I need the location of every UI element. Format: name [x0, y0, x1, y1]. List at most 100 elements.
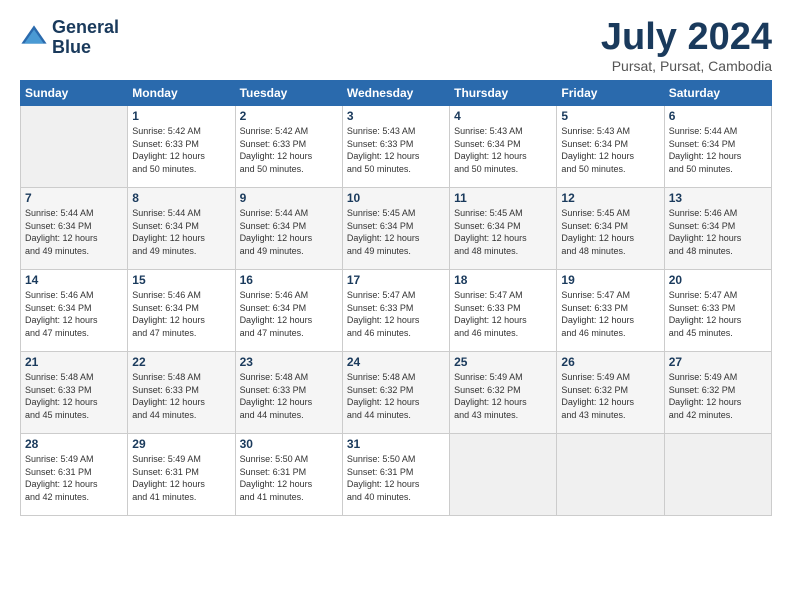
- calendar-day-cell: 8 Sunrise: 5:44 AM Sunset: 6:34 PM Daylig…: [128, 188, 235, 270]
- day-number: 12: [561, 191, 659, 205]
- calendar-day-cell: 4Sunrise: 5:43 AM Sunset: 6:34 PM Daylig…: [450, 106, 557, 188]
- day-info: Sunrise: 5:47 AM Sunset: 6:33 PM Dayligh…: [669, 289, 767, 339]
- day-info: Sunrise: 5:49 AM Sunset: 6:32 PM Dayligh…: [561, 371, 659, 421]
- day-header: Wednesday: [342, 81, 449, 106]
- day-info: Sunrise: 5:45 AM Sunset: 6:34 PM Dayligh…: [454, 207, 552, 257]
- day-number: 4: [454, 109, 552, 123]
- calendar-day-cell: 21Sunrise: 5:48 AM Sunset: 6:33 PM Dayli…: [21, 352, 128, 434]
- day-number: 14: [25, 273, 123, 287]
- calendar-day-cell: 17 Sunrise: 5:47 AM Sunset: 6:33 PM Dayli…: [342, 270, 449, 352]
- calendar-day-cell: 15 Sunrise: 5:46 AM Sunset: 6:34 PM Dayli…: [128, 270, 235, 352]
- calendar-day-cell: 20 Sunrise: 5:47 AM Sunset: 6:33 PM Dayli…: [664, 270, 771, 352]
- calendar-day-cell: 12 Sunrise: 5:45 AM Sunset: 6:34 PM Dayli…: [557, 188, 664, 270]
- header: General Blue July 2024 Pursat, Pursat, C…: [20, 18, 772, 74]
- day-number: 15: [132, 273, 230, 287]
- calendar-table: SundayMondayTuesdayWednesdayThursdayFrid…: [20, 80, 772, 516]
- day-info: Sunrise: 5:42 AM Sunset: 6:33 PM Dayligh…: [240, 125, 338, 175]
- calendar-day-cell: 31 Sunrise: 5:50 AM Sunset: 6:31 PM Dayli…: [342, 434, 449, 516]
- calendar-day-cell: 9 Sunrise: 5:44 AM Sunset: 6:34 PM Daylig…: [235, 188, 342, 270]
- day-header: Sunday: [21, 81, 128, 106]
- day-number: 1: [132, 109, 230, 123]
- calendar-day-cell: 6Sunrise: 5:44 AM Sunset: 6:34 PM Daylig…: [664, 106, 771, 188]
- day-info: Sunrise: 5:48 AM Sunset: 6:33 PM Dayligh…: [132, 371, 230, 421]
- calendar-day-cell: [557, 434, 664, 516]
- calendar-week-row: 14 Sunrise: 5:46 AM Sunset: 6:34 PM Dayli…: [21, 270, 772, 352]
- day-number: 30: [240, 437, 338, 451]
- day-header: Monday: [128, 81, 235, 106]
- day-number: 27: [669, 355, 767, 369]
- day-number: 8: [132, 191, 230, 205]
- calendar-day-cell: 26Sunrise: 5:49 AM Sunset: 6:32 PM Dayli…: [557, 352, 664, 434]
- day-header: Saturday: [664, 81, 771, 106]
- day-info: Sunrise: 5:49 AM Sunset: 6:32 PM Dayligh…: [454, 371, 552, 421]
- day-info: Sunrise: 5:43 AM Sunset: 6:34 PM Dayligh…: [561, 125, 659, 175]
- day-info: Sunrise: 5:42 AM Sunset: 6:33 PM Dayligh…: [132, 125, 230, 175]
- day-info: Sunrise: 5:50 AM Sunset: 6:31 PM Dayligh…: [347, 453, 445, 503]
- day-number: 28: [25, 437, 123, 451]
- day-number: 16: [240, 273, 338, 287]
- calendar-day-cell: 7Sunrise: 5:44 AM Sunset: 6:34 PM Daylig…: [21, 188, 128, 270]
- calendar-day-cell: 28 Sunrise: 5:49 AM Sunset: 6:31 PM Dayli…: [21, 434, 128, 516]
- day-number: 18: [454, 273, 552, 287]
- calendar-header-row: SundayMondayTuesdayWednesdayThursdayFrid…: [21, 81, 772, 106]
- day-info: Sunrise: 5:48 AM Sunset: 6:33 PM Dayligh…: [240, 371, 338, 421]
- calendar-week-row: 7 Sunrise: 5:44 AM Sunset: 6:34 PM Daylig…: [21, 188, 772, 270]
- day-number: 22: [132, 355, 230, 369]
- calendar-day-cell: 24Sunrise: 5:48 AM Sunset: 6:32 PM Dayli…: [342, 352, 449, 434]
- calendar-day-cell: [21, 106, 128, 188]
- day-info: Sunrise: 5:47 AM Sunset: 6:33 PM Dayligh…: [454, 289, 552, 339]
- calendar-day-cell: 23Sunrise: 5:48 AM Sunset: 6:33 PM Dayli…: [235, 352, 342, 434]
- day-info: Sunrise: 5:43 AM Sunset: 6:33 PM Dayligh…: [347, 125, 445, 175]
- calendar-day-cell: 30 Sunrise: 5:50 AM Sunset: 6:31 PM Dayli…: [235, 434, 342, 516]
- day-number: 19: [561, 273, 659, 287]
- day-info: Sunrise: 5:44 AM Sunset: 6:34 PM Dayligh…: [240, 207, 338, 257]
- calendar-week-row: 1 Sunrise: 5:42 AM Sunset: 6:33 PM Daylig…: [21, 106, 772, 188]
- calendar-day-cell: 14Sunrise: 5:46 AM Sunset: 6:34 PM Dayli…: [21, 270, 128, 352]
- day-info: Sunrise: 5:44 AM Sunset: 6:34 PM Dayligh…: [132, 207, 230, 257]
- location: Pursat, Pursat, Cambodia: [601, 58, 772, 74]
- calendar-day-cell: 25Sunrise: 5:49 AM Sunset: 6:32 PM Dayli…: [450, 352, 557, 434]
- day-info: Sunrise: 5:46 AM Sunset: 6:34 PM Dayligh…: [132, 289, 230, 339]
- day-header: Friday: [557, 81, 664, 106]
- title-section: July 2024 Pursat, Pursat, Cambodia: [601, 18, 772, 74]
- day-info: Sunrise: 5:49 AM Sunset: 6:31 PM Dayligh…: [25, 453, 123, 503]
- day-number: 29: [132, 437, 230, 451]
- calendar-day-cell: 1 Sunrise: 5:42 AM Sunset: 6:33 PM Daylig…: [128, 106, 235, 188]
- day-number: 7: [25, 191, 123, 205]
- calendar-body: 1 Sunrise: 5:42 AM Sunset: 6:33 PM Daylig…: [21, 106, 772, 516]
- day-number: 11: [454, 191, 552, 205]
- day-number: 13: [669, 191, 767, 205]
- calendar-day-cell: 5 Sunrise: 5:43 AM Sunset: 6:34 PM Daylig…: [557, 106, 664, 188]
- day-info: Sunrise: 5:50 AM Sunset: 6:31 PM Dayligh…: [240, 453, 338, 503]
- logo-text: General Blue: [52, 18, 119, 58]
- calendar-day-cell: 29Sunrise: 5:49 AM Sunset: 6:31 PM Dayli…: [128, 434, 235, 516]
- day-number: 5: [561, 109, 659, 123]
- day-number: 17: [347, 273, 445, 287]
- logo: General Blue: [20, 18, 119, 58]
- day-header: Thursday: [450, 81, 557, 106]
- calendar-day-cell: 3Sunrise: 5:43 AM Sunset: 6:33 PM Daylig…: [342, 106, 449, 188]
- calendar-day-cell: [664, 434, 771, 516]
- day-header: Tuesday: [235, 81, 342, 106]
- day-number: 10: [347, 191, 445, 205]
- day-number: 20: [669, 273, 767, 287]
- calendar-day-cell: [450, 434, 557, 516]
- calendar-day-cell: 11 Sunrise: 5:45 AM Sunset: 6:34 PM Dayli…: [450, 188, 557, 270]
- day-number: 24: [347, 355, 445, 369]
- day-info: Sunrise: 5:47 AM Sunset: 6:33 PM Dayligh…: [347, 289, 445, 339]
- day-number: 31: [347, 437, 445, 451]
- day-info: Sunrise: 5:45 AM Sunset: 6:34 PM Dayligh…: [347, 207, 445, 257]
- day-info: Sunrise: 5:47 AM Sunset: 6:33 PM Dayligh…: [561, 289, 659, 339]
- calendar-day-cell: 18 Sunrise: 5:47 AM Sunset: 6:33 PM Dayli…: [450, 270, 557, 352]
- page-container: General Blue July 2024 Pursat, Pursat, C…: [0, 0, 792, 526]
- calendar-week-row: 21Sunrise: 5:48 AM Sunset: 6:33 PM Dayli…: [21, 352, 772, 434]
- calendar-day-cell: 22 Sunrise: 5:48 AM Sunset: 6:33 PM Dayli…: [128, 352, 235, 434]
- calendar-day-cell: 27Sunrise: 5:49 AM Sunset: 6:32 PM Dayli…: [664, 352, 771, 434]
- calendar-day-cell: 10 Sunrise: 5:45 AM Sunset: 6:34 PM Dayli…: [342, 188, 449, 270]
- day-number: 9: [240, 191, 338, 205]
- day-info: Sunrise: 5:48 AM Sunset: 6:33 PM Dayligh…: [25, 371, 123, 421]
- day-info: Sunrise: 5:45 AM Sunset: 6:34 PM Dayligh…: [561, 207, 659, 257]
- month-title: July 2024: [601, 18, 772, 56]
- day-number: 2: [240, 109, 338, 123]
- calendar-week-row: 28 Sunrise: 5:49 AM Sunset: 6:31 PM Dayli…: [21, 434, 772, 516]
